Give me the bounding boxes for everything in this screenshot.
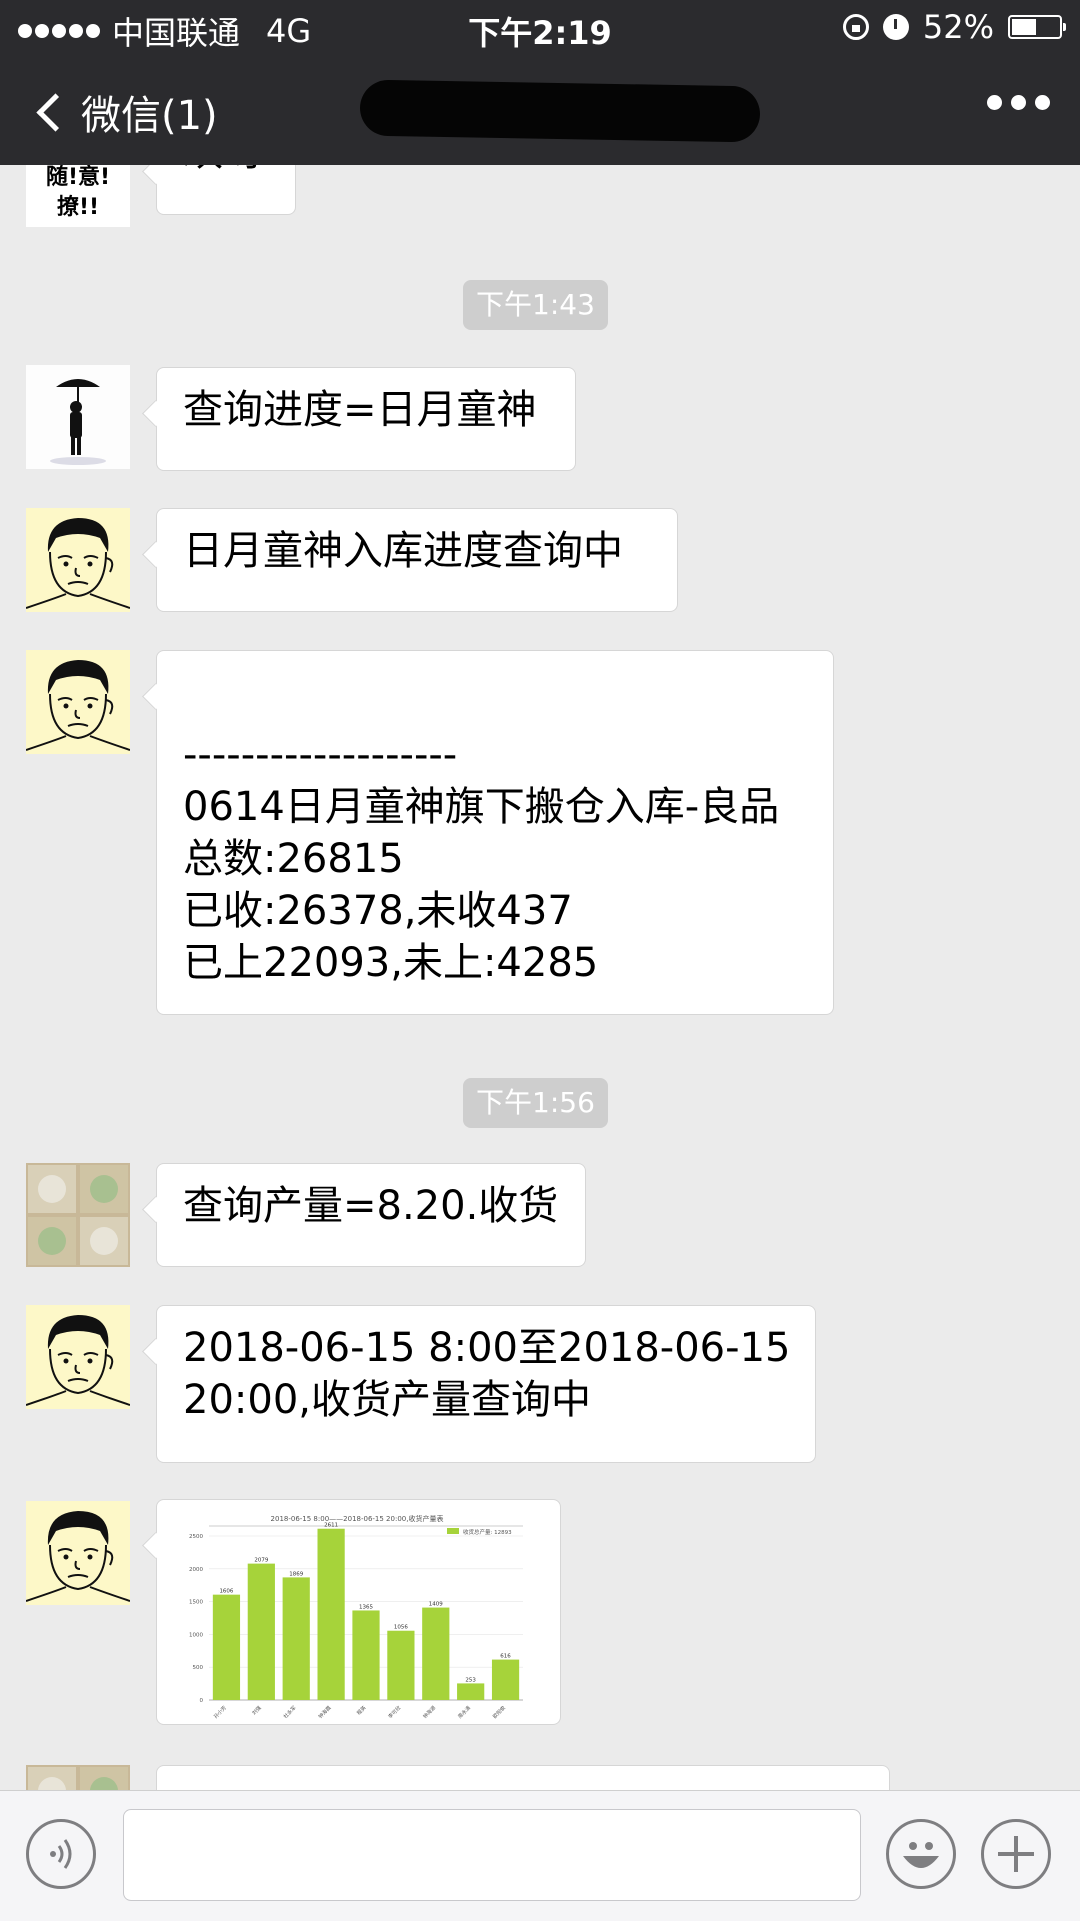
x-tick-label: 欧阳俊 [491, 1704, 507, 1720]
chat-area[interactable]: 随!意!撩!! 欢呀 下午1:43 查询进度=日月童神 [0, 165, 1080, 1790]
message-bubble[interactable]: 查询产量=8.20.收货 [156, 1163, 586, 1267]
orientation-lock-icon [842, 14, 869, 40]
cartoon-face-icon [26, 650, 130, 754]
cartoon-face-avatar[interactable] [26, 1305, 130, 1409]
message-line: 2018-06-15 8:00至2018-06-15 [183, 1325, 791, 1371]
back-label: 微信(1) [81, 93, 218, 139]
chart-bar [317, 1528, 345, 1700]
x-tick-label: 周永清 [457, 1704, 473, 1720]
message-text: 欢呀 [183, 165, 269, 178]
chart-title: 2018-06-15 8:00——2018-06-15 20:00,收货产量表 [271, 1514, 444, 1523]
message-bubble[interactable]: ------------------- 0614日月童神旗下搬仓入库-良品 总数… [156, 650, 834, 1015]
pattern-tiles-icon [26, 1163, 130, 1267]
cartoon-face-icon [26, 1305, 130, 1409]
message-bubble[interactable]: 查询进度=日月童神 [156, 367, 576, 471]
ellipsis-icon [987, 95, 1002, 110]
y-tick-label: 0 [200, 1698, 204, 1704]
bar-value-label: 1365 [359, 1604, 373, 1610]
message-bubble[interactable]: 2018-06-15 8:00至2018-06-15 20:00,收货产量查询中 [156, 1305, 816, 1463]
input-bar [0, 1790, 1080, 1921]
message-line: 0614日月童神旗下搬仓入库-良品 [183, 784, 780, 830]
message-bubble[interactable]: 日月童神入库进度查询中 [156, 508, 678, 612]
bar-value-label: 1056 [394, 1625, 408, 1631]
status-bar: 中国联通 4G 下午2:19 52% [0, 0, 1080, 55]
more-button[interactable] [987, 95, 1050, 110]
back-button[interactable]: 微信(1) [34, 83, 218, 141]
umbrella-person-icon [26, 365, 130, 469]
emoji-button[interactable] [886, 1819, 956, 1889]
y-tick-label: 1500 [189, 1600, 203, 1606]
chart-bar [387, 1630, 415, 1700]
chart-bar [457, 1683, 485, 1700]
message-line: ------------------- [183, 732, 458, 778]
x-tick-label: 钟海源 [422, 1704, 438, 1720]
bar-value-label: 1606 [219, 1589, 233, 1595]
pattern-tiles-icon [26, 1765, 130, 1790]
pattern-avatar[interactable] [26, 1163, 130, 1267]
message-line: 已收:26378,未收437 [183, 888, 573, 934]
emoji-icon [903, 1842, 939, 1868]
cartoon-face-avatar[interactable] [26, 508, 130, 612]
cartoon-face-icon [26, 508, 130, 612]
x-tick-label: 程英 [355, 1704, 367, 1716]
y-tick-label: 2000 [189, 1567, 203, 1573]
cartoon-face-avatar[interactable] [26, 1501, 130, 1605]
message-text: 日月童神入库进度查询中 [183, 528, 623, 574]
x-tick-label: 孙小芳 [212, 1704, 228, 1720]
cartoon-face-avatar[interactable] [26, 650, 130, 754]
legend-swatch [447, 1528, 459, 1534]
chart-bar [491, 1659, 520, 1700]
bar-value-label: 1409 [429, 1602, 443, 1608]
message-text: 查询产量=8.20.收货 [183, 1183, 559, 1229]
y-tick-label: 500 [193, 1665, 204, 1671]
chevron-left-icon [36, 92, 75, 132]
pattern-avatar[interactable] [26, 1765, 130, 1790]
x-tick-label: 李可欣 [387, 1704, 403, 1720]
message-text: 查询进度=日月童神 [183, 387, 537, 433]
message-line: 总数:26815 [183, 836, 404, 882]
chart-bar [247, 1563, 275, 1700]
chart-bar [352, 1610, 380, 1700]
umbrella-person-avatar[interactable] [26, 365, 130, 469]
x-tick-label: 刘强 [251, 1704, 263, 1716]
bar-value-label: 2079 [254, 1558, 268, 1564]
chart-bar [212, 1594, 241, 1700]
chat-timestamp: 下午1:56 [463, 1078, 608, 1128]
x-tick-label: 钟海霞 [317, 1704, 333, 1720]
voice-icon [50, 1839, 72, 1869]
message-input[interactable] [123, 1809, 861, 1901]
x-tick-label: 杜永军 [282, 1704, 298, 1720]
cartoon-face-icon [26, 1501, 130, 1605]
plus-icon [998, 1836, 1034, 1872]
bar-value-label: 253 [465, 1677, 476, 1683]
y-tick-label: 1000 [189, 1632, 203, 1638]
plus-button[interactable] [981, 1819, 1051, 1889]
chart-bar [422, 1607, 450, 1700]
message-line: 20:00,收货产量查询中 [183, 1377, 591, 1423]
battery-icon [1008, 15, 1066, 39]
bar-value-label: 1869 [289, 1571, 303, 1577]
production-bar-chart: 2018-06-15 8:00——2018-06-15 20:00,收货产量表 … [189, 1514, 523, 1720]
chart-legend: 收货总产量: 12893 [463, 1528, 512, 1536]
bar-value-label: 2611 [324, 1523, 338, 1529]
battery-percent: 52% [922, 8, 994, 46]
chat-timestamp: 下午1:43 [463, 280, 608, 330]
avatar-sender-text[interactable]: 随!意!撩!! [26, 165, 130, 227]
message-line [183, 677, 807, 729]
message-bubble[interactable]: 欢呀 [156, 165, 296, 215]
nav-bar: 微信(1) [0, 55, 1080, 165]
y-tick-label: 2500 [189, 1534, 203, 1540]
chat-title-redacted [359, 79, 761, 143]
message-bubble[interactable] [156, 1765, 890, 1790]
alarm-icon [882, 14, 909, 40]
voice-button[interactable] [26, 1819, 96, 1889]
image-message-bubble[interactable]: 2018-06-15 8:00——2018-06-15 20:00,收货产量表 … [156, 1499, 561, 1725]
avatar-text: 随!意!撩!! [45, 165, 111, 220]
chart-bar [282, 1577, 310, 1700]
message-line: 已上22093,未上:4285 [183, 940, 599, 986]
bar-value-label: 616 [500, 1654, 511, 1660]
